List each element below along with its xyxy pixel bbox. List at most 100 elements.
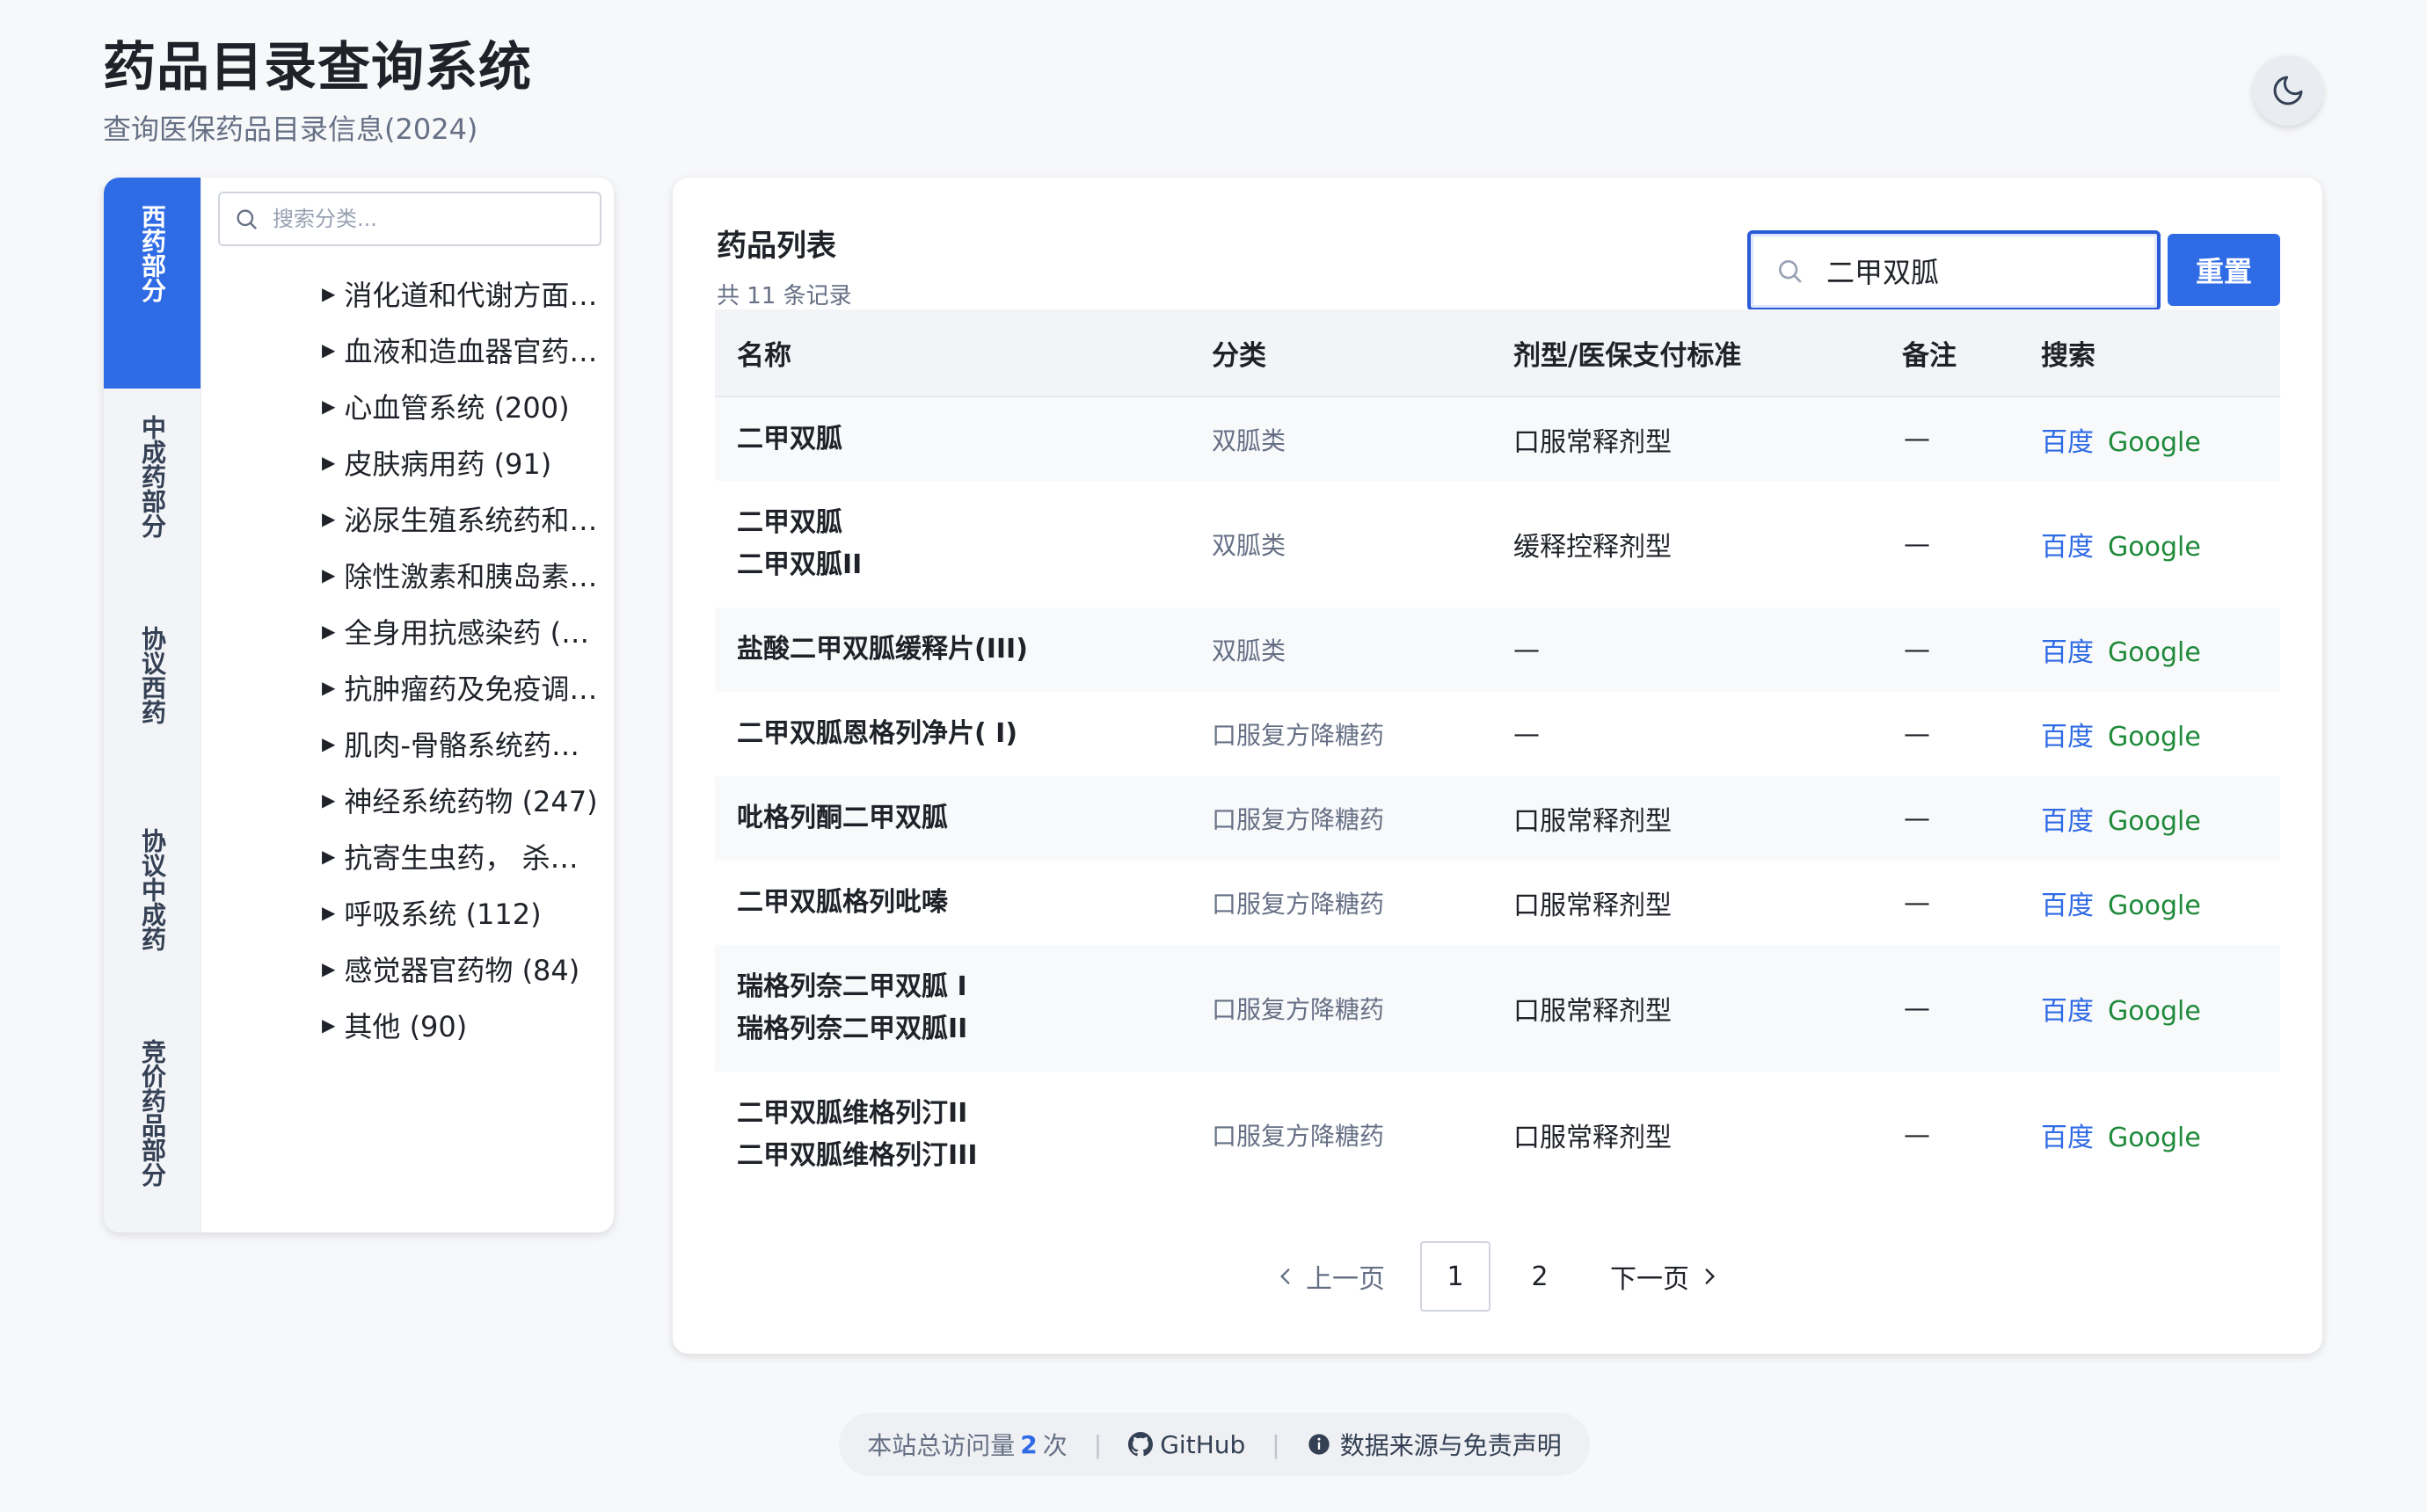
category-item[interactable]: ▶ 心血管系统 (200) xyxy=(218,378,605,434)
cell-category: 双胍类 xyxy=(1190,607,1491,692)
cell-note: — xyxy=(1904,528,1930,560)
theme-toggle-button[interactable] xyxy=(2253,55,2323,126)
disclaimer-link[interactable]: 数据来源与免责声明 xyxy=(1307,1427,1562,1462)
caret-right-icon: ▶ xyxy=(322,339,336,360)
tab-agreement-western[interactable]: 协议西药 xyxy=(104,600,200,802)
info-icon xyxy=(1308,1434,1330,1455)
cell-name: 盐酸二甲双胍缓释片(III) xyxy=(715,607,1190,692)
column-header-name: 名称 xyxy=(715,309,1190,397)
cell-form: 口服常释剂型 xyxy=(1513,1123,1672,1153)
next-page-button[interactable]: 下一页 xyxy=(1610,1257,1721,1296)
baidu-search-link[interactable]: 百度 xyxy=(2041,996,2094,1027)
category-item[interactable]: ▶ 全身用抗感染药 (279) xyxy=(218,603,605,659)
category-item[interactable]: ▶消化道和代谢方面的药物 ... xyxy=(218,265,605,322)
baidu-search-link[interactable]: 百度 xyxy=(2041,637,2094,668)
cell-note: — xyxy=(1880,396,2019,481)
cell-category: 双胍类 xyxy=(1190,396,1491,481)
github-link[interactable]: GitHub xyxy=(1128,1430,1245,1459)
baidu-search-link[interactable]: 百度 xyxy=(2041,806,2094,837)
cell-name: 二甲双胍格列吡嗪 xyxy=(715,861,1190,945)
baidu-search-link[interactable]: 百度 xyxy=(2041,1123,2094,1153)
cell-category: 口服复方降糖药 xyxy=(1212,1122,1385,1151)
table-row: 吡格列酮二甲双胍 口服复方降糖药 口服常释剂型 — 百度 Google xyxy=(715,776,2280,861)
table-row: 瑞格列奈二甲双胍 I 瑞格列奈二甲双胍II 口服复方降糖药 口服常释剂型 — 百度 Goog… xyxy=(715,945,2280,1072)
google-search-link[interactable]: Google xyxy=(2108,532,2201,563)
category-item[interactable]: ▶ 皮肤病用药 (91) xyxy=(218,434,605,491)
caret-right-icon: ▶ xyxy=(322,564,336,585)
search-icon xyxy=(237,209,257,229)
category-item[interactable]: ▶泌尿生殖系统药和性激素 ... xyxy=(218,491,605,547)
drug-name: 二甲双胍恩格列净片( I) xyxy=(737,718,1018,749)
caret-right-icon: ▶ xyxy=(322,621,336,642)
baidu-search-link[interactable]: 百度 xyxy=(2041,532,2094,563)
cell-note: — xyxy=(1904,1119,1930,1151)
category-item[interactable]: ▶ 呼吸系统 (112) xyxy=(218,884,605,941)
caret-right-icon: ▶ xyxy=(322,902,336,923)
category-item[interactable]: ▶ 其他 (90) xyxy=(218,997,605,1053)
google-search-link[interactable]: Google xyxy=(2108,722,2201,752)
record-count: 共 11 条记录 xyxy=(717,283,852,309)
page-number-1[interactable]: 1 xyxy=(1420,1241,1490,1312)
category-item[interactable]: ▶血液和造血器官药 (149) xyxy=(218,322,605,378)
visit-counter-suffix: 次 xyxy=(1042,1431,1068,1460)
prev-page-button[interactable]: 上一页 xyxy=(1274,1257,1385,1296)
drug-name: 吡格列酮二甲双胍 xyxy=(737,803,948,833)
google-search-link[interactable]: Google xyxy=(2108,996,2201,1027)
category-item[interactable]: ▶抗肿瘤药及免疫调节剂 (1... xyxy=(218,659,605,716)
caret-right-icon: ▶ xyxy=(322,452,336,473)
drug-name: 瑞格列奈二甲双胍 I xyxy=(737,971,967,1002)
category-search-input[interactable] xyxy=(271,206,573,232)
footer-divider: | xyxy=(1272,1429,1280,1459)
category-item[interactable]: ▶抗寄生虫药， 杀虫药和驱... xyxy=(218,828,605,884)
category-panel: 西药部分 中成药部分 协议西药 协议中成药 竞价药品部分 ▶消化道和代谢方面的药… xyxy=(104,178,614,1232)
google-search-link[interactable]: Google xyxy=(2108,427,2201,458)
category-tabs: 西药部分 中成药部分 协议西药 协议中成药 竞价药品部分 xyxy=(104,178,201,1232)
column-header-search: 搜索 xyxy=(2019,309,2280,397)
cell-form: — xyxy=(1513,718,1540,750)
cell-form: 口服常释剂型 xyxy=(1491,396,1880,481)
cell-category: 口服复方降糖药 xyxy=(1190,776,1491,861)
cell-name: 二甲双胍维格列汀II 二甲双胍维格列汀III xyxy=(715,1072,1190,1198)
baidu-search-link[interactable]: 百度 xyxy=(2041,722,2094,752)
column-header-category: 分类 xyxy=(1190,309,1491,397)
google-search-link[interactable]: Google xyxy=(2108,637,2201,668)
table-row: 盐酸二甲双胍缓释片(III) 双胍类 — — 百度 Google xyxy=(715,607,2280,692)
footer-divider: | xyxy=(1093,1429,1103,1459)
drug-name: 盐酸二甲双胍缓释片(III) xyxy=(737,634,1028,665)
tab-bidding-drugs[interactable]: 竞价药品部分 xyxy=(104,1013,200,1232)
category-item[interactable]: ▶ 神经系统药物 (247) xyxy=(218,772,605,828)
column-header-form: 剂型/医保支付标准 xyxy=(1491,309,1880,397)
tab-chinese-patent-medicine[interactable]: 中成药部分 xyxy=(104,389,200,600)
google-search-link[interactable]: Google xyxy=(2108,890,2201,921)
tab-western-medicine[interactable]: 西药部分 xyxy=(104,178,200,389)
google-search-link[interactable]: Google xyxy=(2108,806,2201,837)
table-row: 二甲双胍恩格列净片( I) 口服复方降糖药 — — 百度 Google xyxy=(715,692,2280,776)
tab-agreement-chinese[interactable]: 协议中成药 xyxy=(104,802,200,1013)
cell-name: 吡格列酮二甲双胍 xyxy=(715,776,1190,861)
table-row: 二甲双胍格列吡嗪 口服复方降糖药 口服常释剂型 — 百度 Google xyxy=(715,861,2280,945)
google-search-link[interactable]: Google xyxy=(2108,1123,2201,1153)
drug-name: 二甲双胍维格列汀II xyxy=(737,1098,968,1129)
cell-name: 二甲双胍 二甲双胍II xyxy=(715,481,1190,607)
cell-name: 瑞格列奈二甲双胍 I 瑞格列奈二甲双胍II xyxy=(715,945,1190,1072)
baidu-search-link[interactable]: 百度 xyxy=(2041,427,2094,458)
category-item[interactable]: ▶除性激素和胰岛素外的全... xyxy=(218,547,605,603)
cell-search-links: 百度 Google xyxy=(2019,945,2280,1072)
caret-right-icon: ▶ xyxy=(322,789,336,811)
cell-category: 口服复方降糖药 xyxy=(1212,890,1385,919)
cell-name: 二甲双胍恩格列净片( I) xyxy=(715,692,1190,776)
cell-search-links: 百度 Google xyxy=(2019,692,2280,776)
caret-right-icon: ▶ xyxy=(322,958,336,979)
baidu-search-link[interactable]: 百度 xyxy=(2041,890,2094,921)
cell-category: 口服复方降糖药 xyxy=(1212,721,1385,750)
drug-search-input[interactable] xyxy=(1825,253,2154,288)
cell-category: 双胍类 xyxy=(1212,531,1286,560)
chevron-right-icon xyxy=(1705,1268,1716,1284)
column-header-note: 备注 xyxy=(1880,309,2019,397)
caret-right-icon: ▶ xyxy=(322,396,336,417)
page-title: 药品目录查询系统 xyxy=(103,37,532,98)
category-item[interactable]: ▶肌肉-骨骼系统药物 (79) xyxy=(218,716,605,772)
page-number-2[interactable]: 2 xyxy=(1505,1241,1575,1312)
reset-button[interactable]: 重置 xyxy=(2168,234,2280,306)
category-item[interactable]: ▶ 感觉器官药物 (84) xyxy=(218,941,605,997)
